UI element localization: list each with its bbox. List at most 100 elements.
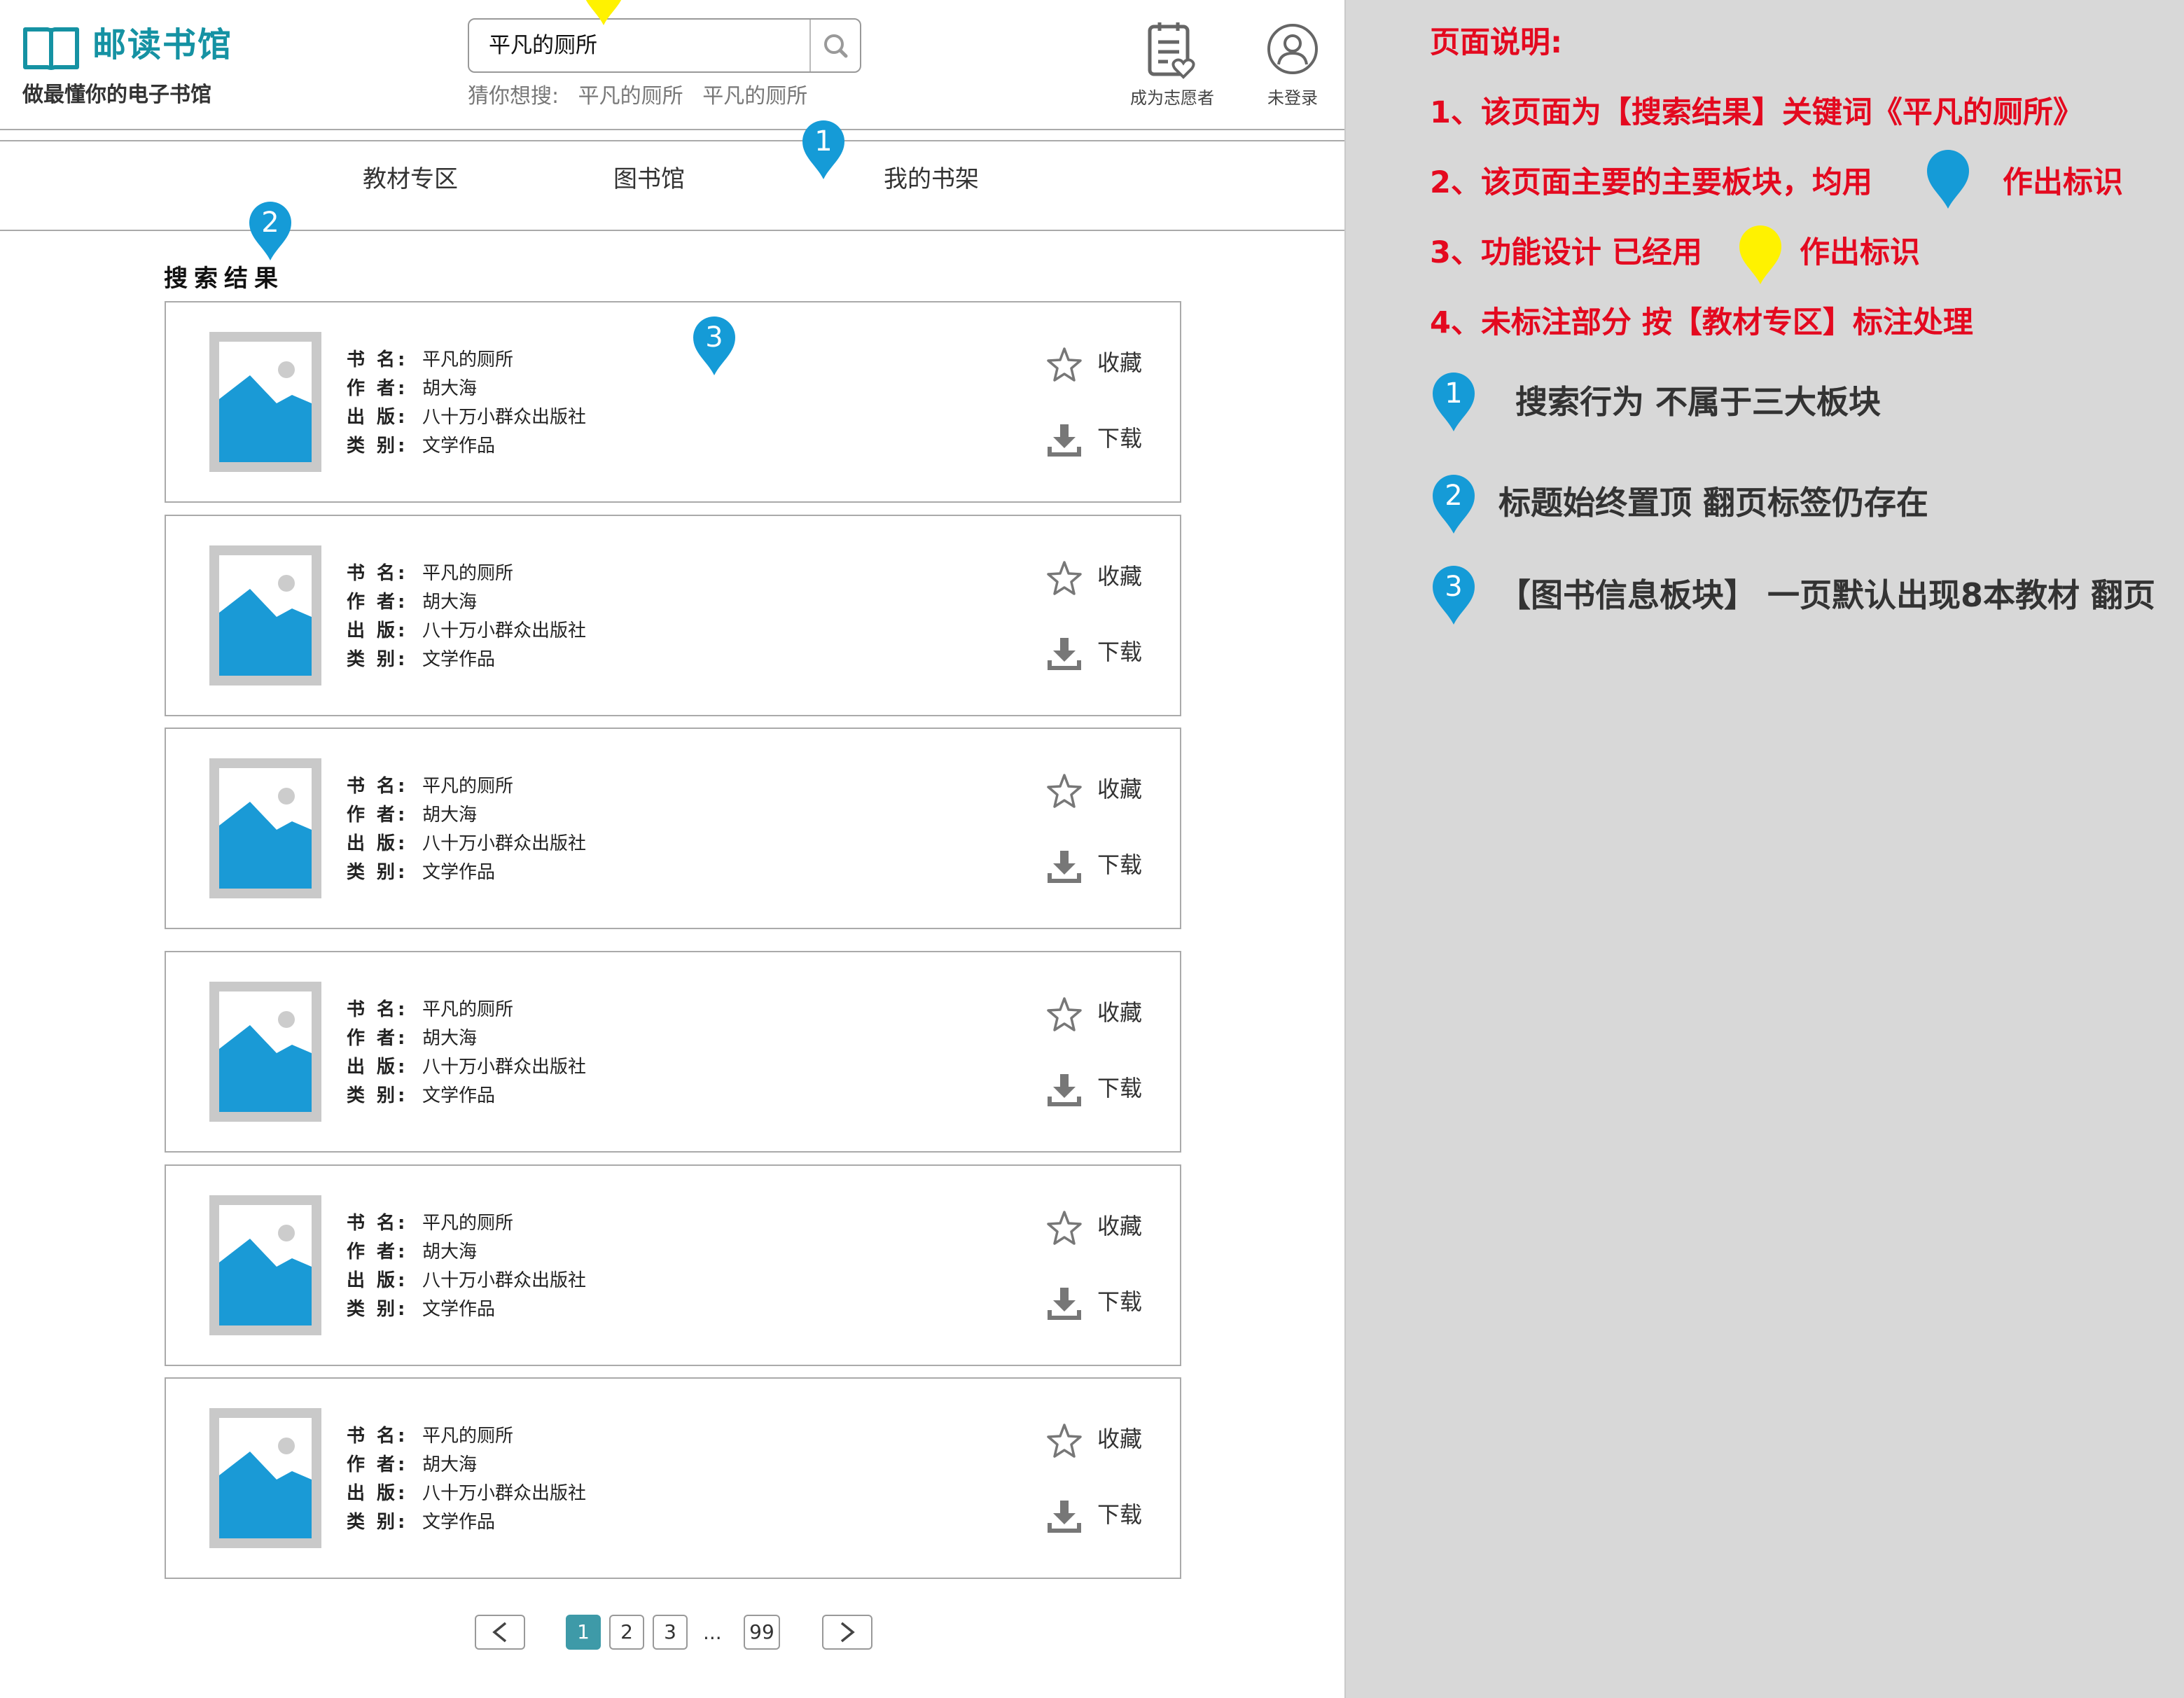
book-cover-image[interactable]: [209, 982, 321, 1122]
book-author: 胡大海: [422, 805, 478, 826]
download-icon[interactable]: [1045, 1498, 1083, 1536]
field-label: 作 者:: [347, 1241, 408, 1262]
download-button[interactable]: 下载: [1097, 1286, 1142, 1317]
book-title[interactable]: 平凡的厕所: [422, 999, 513, 1020]
pin-number: 2: [1445, 480, 1463, 512]
login-link[interactable]: 未登录: [1251, 87, 1335, 109]
field-label: 出 版:: [347, 1483, 408, 1504]
logo-text[interactable]: 邮读书馆: [92, 24, 232, 66]
book-cover-image[interactable]: [209, 545, 321, 686]
page-number[interactable]: 3: [653, 1615, 688, 1650]
star-icon[interactable]: [1045, 1209, 1083, 1247]
download-button[interactable]: 下载: [1097, 1499, 1142, 1530]
nav-bottom-line: [0, 230, 1344, 231]
field-label: 类 别:: [347, 436, 408, 457]
book-author: 胡大海: [422, 1454, 478, 1475]
book-info: 书 名: 平凡的厕所 作 者: 胡大海 出 版: 八十万小群众出版社 类 别: 文学作品: [347, 1422, 586, 1537]
image-placeholder-icon: [219, 1011, 312, 1112]
star-icon[interactable]: [1045, 346, 1083, 384]
nav-top-line: [0, 140, 1344, 141]
book-cover-image[interactable]: [209, 758, 321, 898]
book-title[interactable]: 平凡的厕所: [422, 1213, 513, 1234]
star-icon[interactable]: [1045, 1422, 1083, 1460]
book-category: 文学作品: [422, 649, 496, 670]
field-label: 类 别:: [347, 1085, 408, 1106]
book-publisher: 八十万小群众出版社: [422, 1057, 587, 1078]
favorite-button[interactable]: 收藏: [1097, 774, 1142, 805]
field-label: 类 别:: [347, 1512, 408, 1533]
favorite-button[interactable]: 收藏: [1097, 1211, 1142, 1241]
page-number[interactable]: 2: [609, 1615, 644, 1650]
search-button[interactable]: [809, 20, 860, 71]
next-page-button[interactable]: [822, 1615, 872, 1650]
book-card[interactable]: 书 名: 平凡的厕所 作 者: 胡大海 出 版: 八十万小群众出版社 类 别: 文学作品…: [165, 301, 1181, 503]
field-label: 类 别:: [347, 862, 408, 883]
book-title[interactable]: 平凡的厕所: [422, 776, 513, 797]
favorite-button[interactable]: 收藏: [1097, 561, 1142, 592]
favorite-button[interactable]: 收藏: [1097, 1424, 1142, 1454]
page-number[interactable]: 1: [566, 1615, 601, 1650]
header-divider: [0, 129, 1344, 130]
book-card[interactable]: 书 名: 平凡的厕所 作 者: 胡大海 出 版: 八十万小群众出版社 类 别: 文学作品…: [165, 1377, 1181, 1579]
book-title[interactable]: 平凡的厕所: [422, 349, 513, 370]
book-card[interactable]: 书 名: 平凡的厕所 作 者: 胡大海 出 版: 八十万小群众出版社 类 别: 文学作品…: [165, 951, 1181, 1153]
book-title[interactable]: 平凡的厕所: [422, 1426, 513, 1447]
download-icon[interactable]: [1045, 848, 1083, 886]
book-title[interactable]: 平凡的厕所: [422, 563, 513, 584]
download-button[interactable]: 下载: [1097, 1073, 1142, 1104]
download-icon[interactable]: [1045, 1285, 1083, 1323]
book-cover-image[interactable]: [209, 1408, 321, 1548]
book-author: 胡大海: [422, 1028, 478, 1049]
image-placeholder-icon: [219, 575, 312, 676]
nav-item-textbooks[interactable]: 教材专区: [363, 164, 458, 195]
book-cover-image[interactable]: [209, 332, 321, 472]
prev-page-button[interactable]: [475, 1615, 525, 1650]
search-box[interactable]: 平凡的厕所: [468, 18, 861, 73]
pin-number: 1: [814, 125, 833, 158]
download-button[interactable]: 下载: [1097, 636, 1142, 667]
field-label: 书 名:: [347, 563, 408, 584]
book-cover-image[interactable]: [209, 1195, 321, 1335]
download-button[interactable]: 下载: [1097, 423, 1142, 454]
download-button[interactable]: 下载: [1097, 849, 1142, 880]
book-category: 文学作品: [422, 862, 496, 883]
note-line-2a: 2、该页面主要的主要板块，均用: [1430, 165, 1872, 200]
annotation-pin-blue: 1: [1430, 371, 1477, 433]
pin-number: 1: [1445, 377, 1463, 410]
page-ellipsis: ...: [703, 1621, 722, 1644]
book-info: 书 名: 平凡的厕所 作 者: 胡大海 出 版: 八十万小群众出版社 类 别: 文学作品: [347, 1209, 586, 1324]
download-icon[interactable]: [1045, 635, 1083, 673]
book-category: 文学作品: [422, 1085, 496, 1106]
star-icon[interactable]: [1045, 996, 1083, 1034]
download-icon[interactable]: [1045, 422, 1083, 459]
volunteer-label[interactable]: 成为志愿者: [1123, 87, 1221, 109]
nav-item-bookshelf[interactable]: 我的书架: [884, 164, 979, 195]
book-publisher: 八十万小群众出版社: [422, 1270, 587, 1291]
suggestion-link[interactable]: 平凡的厕所: [702, 84, 807, 109]
page-number[interactable]: 99: [744, 1615, 780, 1650]
star-icon[interactable]: [1045, 559, 1083, 597]
book-category: 文学作品: [422, 1512, 496, 1533]
annotation-pin-blue: 3: [1430, 564, 1477, 626]
book-card[interactable]: 书 名: 平凡的厕所 作 者: 胡大海 出 版: 八十万小群众出版社 类 别: 文学作品…: [165, 1164, 1181, 1366]
volunteer-icon[interactable]: [1144, 20, 1200, 80]
annotation-pin-blue: 2: [1430, 473, 1477, 535]
star-icon[interactable]: [1045, 772, 1083, 810]
user-avatar-icon[interactable]: [1266, 22, 1319, 76]
field-label: 书 名:: [347, 776, 408, 797]
book-card[interactable]: 书 名: 平凡的厕所 作 者: 胡大海 出 版: 八十万小群众出版社 类 别: 文学作品…: [165, 515, 1181, 716]
pin-number: 2: [261, 207, 279, 239]
search-input[interactable]: 平凡的厕所: [489, 31, 597, 60]
favorite-button[interactable]: 收藏: [1097, 347, 1142, 378]
book-info: 书 名: 平凡的厕所 作 者: 胡大海 出 版: 八十万小群众出版社 类 别: 文学作品: [347, 772, 586, 887]
field-label: 类 别:: [347, 649, 408, 670]
nav-item-library[interactable]: 图书馆: [613, 164, 685, 195]
favorite-button[interactable]: 收藏: [1097, 997, 1142, 1028]
note-line-4: 4、未标注部分 按【教材专区】标注处理: [1430, 305, 1973, 340]
image-placeholder-icon: [219, 361, 312, 462]
annotation-pin-blue: 2: [246, 200, 294, 262]
book-card[interactable]: 书 名: 平凡的厕所 作 者: 胡大海 出 版: 八十万小群众出版社 类 别: 文学作品…: [165, 728, 1181, 929]
prototype-canvas: 邮读书馆 做最懂你的电子书馆 平凡的厕所 猜你想搜: 平凡的厕所 平凡的厕所 成…: [0, 0, 1346, 1698]
download-icon[interactable]: [1045, 1071, 1083, 1109]
suggestion-link[interactable]: 平凡的厕所: [578, 84, 683, 109]
